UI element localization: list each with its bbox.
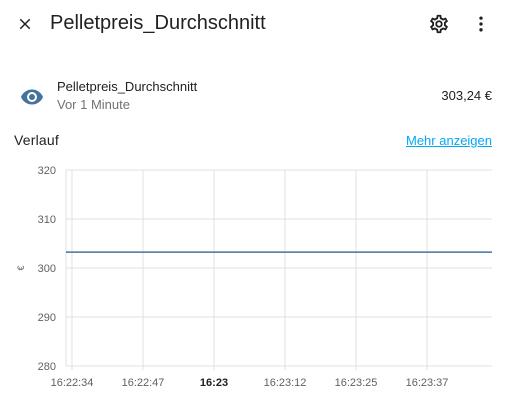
entity-last-changed: Vor 1 Minute [57,97,130,112]
more-vert-icon [479,16,483,32]
more-options-button[interactable] [468,11,494,37]
dialog-header: Pelletpreis_Durchschnitt [0,0,509,50]
x-tick-label: 16:23 [200,377,228,389]
close-icon [19,18,31,30]
y-tick-label: 300 [38,263,56,275]
gear-icon [430,14,448,34]
entity-row: Pelletpreis_Durchschnitt Vor 1 Minute 30… [0,72,509,120]
y-tick-label: 290 [38,312,56,324]
history-chart: 280 290 300 310 320 16:22:34 16:22:47 16:23 16:2… [0,150,509,400]
x-tick-label: 16:23:25 [335,377,378,389]
history-chart-svg: 280 290 300 310 320 16:22:34 16:22:47 16:23 16:2… [16,165,492,389]
entity-state-value: 303,24 € [441,88,492,103]
history-heading: Verlauf [14,132,59,148]
x-tick-label: 16:22:34 [51,377,94,389]
entity-name: Pelletpreis_Durchschnitt [57,79,198,94]
x-tick-label: 16:22:47 [122,377,165,389]
y-tick-label: 320 [38,165,56,177]
y-tick-label: 310 [38,214,56,226]
close-button[interactable] [12,11,38,37]
y-tick-label: 280 [38,361,56,373]
eye-icon [21,89,43,105]
settings-button[interactable] [426,11,452,37]
x-tick-label: 16:23:12 [264,377,307,389]
y-axis-label: € [16,265,26,270]
show-more-link[interactable]: Mehr anzeigen [406,133,492,148]
x-tick-label: 16:23:37 [406,377,449,389]
dialog-title: Pelletpreis_Durchschnitt [50,12,266,34]
